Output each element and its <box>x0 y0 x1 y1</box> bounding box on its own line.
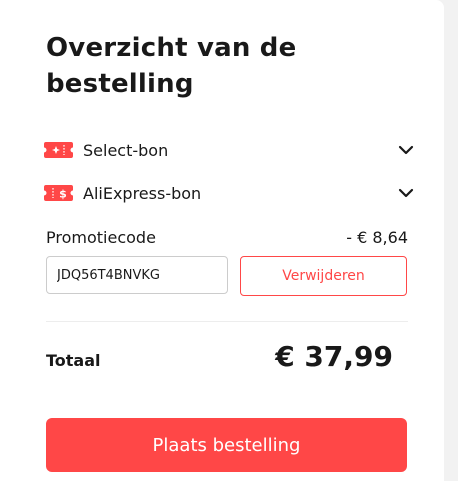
promo-code-row: Promotiecode - € 8,64 <box>46 226 408 248</box>
chevron-down-icon[interactable] <box>398 185 414 201</box>
select-coupon-row[interactable]: Select-bon <box>44 138 414 162</box>
divider <box>46 321 408 322</box>
total-label: Totaal <box>46 351 101 370</box>
order-summary-title: Overzicht van de bestelling <box>46 33 297 99</box>
aliexpress-coupon-icon: $ <box>44 185 73 201</box>
total-value: € 37,99 <box>275 340 393 373</box>
place-order-button[interactable]: Plaats bestelling <box>46 418 407 472</box>
aliexpress-coupon-label: AliExpress-bon <box>83 183 202 203</box>
chevron-down-icon[interactable] <box>398 142 414 158</box>
promo-code-label: Promotiecode <box>46 227 156 247</box>
promo-code-input[interactable] <box>46 256 228 294</box>
svg-text:$: $ <box>59 188 67 201</box>
order-summary-card: Overzicht van de bestelling Select-bon $… <box>0 0 444 481</box>
select-coupon-icon <box>44 142 73 158</box>
promo-discount-value: - € 8,64 <box>346 227 408 247</box>
remove-promo-button[interactable]: Verwijderen <box>240 256 407 296</box>
select-coupon-label: Select-bon <box>83 140 169 160</box>
aliexpress-coupon-row[interactable]: $ AliExpress-bon <box>44 181 414 205</box>
